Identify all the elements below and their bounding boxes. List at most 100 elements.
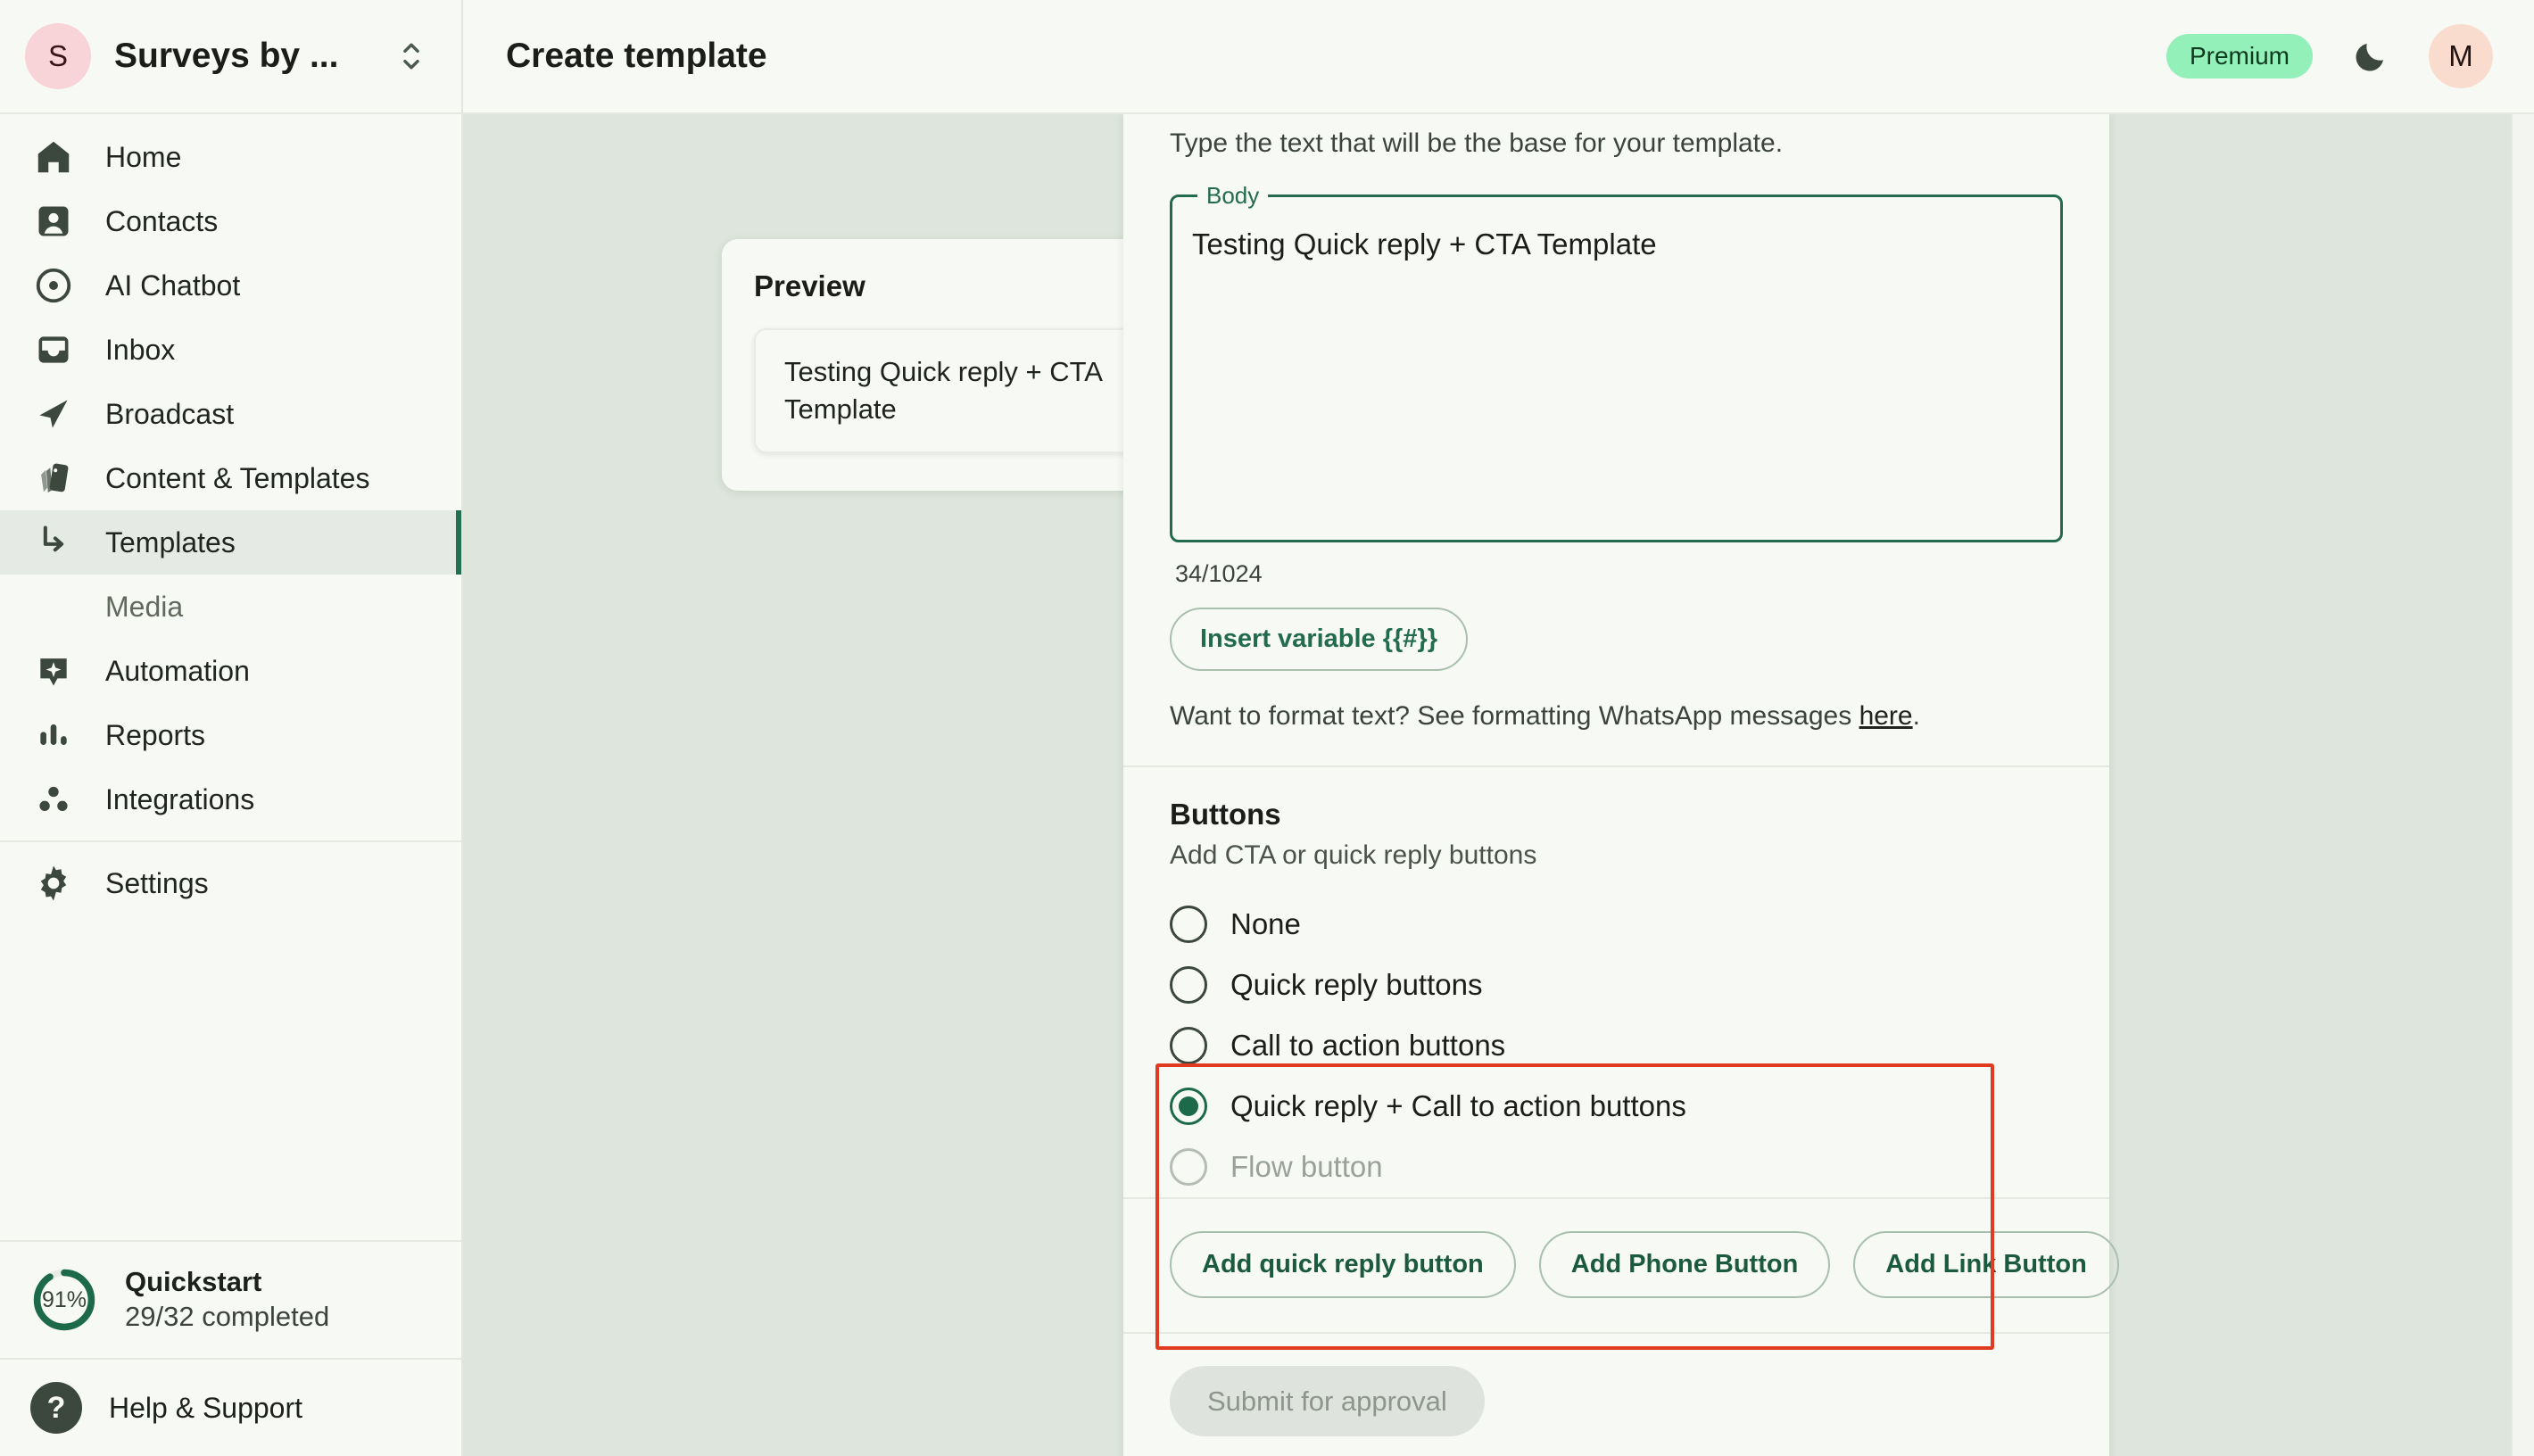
radio-option-call-to-action[interactable]: Call to action buttons xyxy=(1170,1015,2063,1076)
radio-option-flow-button: Flow button xyxy=(1170,1137,2063,1197)
vertical-scrollbar[interactable] xyxy=(2511,114,2534,1456)
button-type-radio-group: None Quick reply buttons Call to action … xyxy=(1170,871,2063,1197)
gear-icon xyxy=(30,860,77,906)
media-spacer xyxy=(30,583,77,630)
sidebar-item-label: Home xyxy=(105,141,181,174)
help-support-item[interactable]: ? Help & Support xyxy=(0,1358,461,1456)
format-help-suffix: . xyxy=(1913,701,1920,731)
sidebar-item-ai-chatbot[interactable]: AI Chatbot xyxy=(0,253,461,318)
sidebar-item-inbox[interactable]: Inbox xyxy=(0,318,461,382)
sidebar-item-automation[interactable]: Automation xyxy=(0,639,461,703)
quickstart-percent: 91% xyxy=(42,1287,87,1313)
sidebar-item-integrations[interactable]: Integrations xyxy=(0,767,461,831)
radio-circle-icon[interactable] xyxy=(1170,1027,1207,1064)
sidebar-item-reports[interactable]: Reports xyxy=(0,703,461,767)
radio-circle-icon[interactable] xyxy=(1170,966,1207,1004)
formatting-help-link[interactable]: here xyxy=(1859,701,1913,731)
reports-icon xyxy=(30,712,77,758)
chevron-up-down-icon[interactable] xyxy=(392,30,431,82)
template-form-card: Type the text that will be the base for … xyxy=(1123,114,2109,1456)
insert-variable-button[interactable]: Insert variable {{#}} xyxy=(1170,608,1468,671)
sidebar-item-contacts[interactable]: Contacts xyxy=(0,189,461,253)
help-support-label: Help & Support xyxy=(109,1392,302,1425)
content-templates-icon xyxy=(30,455,77,501)
quickstart-title: Quickstart xyxy=(125,1265,329,1300)
broadcast-icon xyxy=(30,391,77,437)
home-icon xyxy=(30,134,77,180)
sidebar-item-label: Inbox xyxy=(105,334,175,367)
sidebar-item-templates[interactable]: Templates xyxy=(0,510,461,575)
radio-option-quick-reply-plus-cta[interactable]: Quick reply + Call to action buttons xyxy=(1170,1076,2063,1137)
question-mark-icon: ? xyxy=(30,1382,82,1434)
ai-chatbot-icon xyxy=(30,262,77,309)
content-scroll-region: Preview Testing Quick reply + CTA Templa… xyxy=(463,114,2534,1456)
status-badge-premium[interactable]: Premium xyxy=(2166,34,2313,79)
sidebar-item-label: Reports xyxy=(105,719,205,752)
sidebar: S Surveys by ... Home Contacts xyxy=(0,0,463,1456)
workspace-name: Surveys by ... xyxy=(114,37,369,76)
sidebar-item-label: Contacts xyxy=(105,205,218,238)
body-field-legend: Body xyxy=(1197,182,1268,210)
sidebar-footer: 91% Quickstart 29/32 completed ? Help & … xyxy=(0,1240,461,1456)
add-buttons-row: Add quick reply button Add Phone Button … xyxy=(1170,1199,2063,1332)
quickstart-progress-ring: 91% xyxy=(30,1266,98,1334)
body-textarea-value[interactable]: Testing Quick reply + CTA Template xyxy=(1192,226,2041,264)
submit-for-approval-button[interactable]: Submit for approval xyxy=(1170,1366,1485,1436)
sidebar-item-home[interactable]: Home xyxy=(0,125,461,189)
topbar-actions: Premium M xyxy=(2166,24,2493,88)
sidebar-item-label: Broadcast xyxy=(105,398,234,431)
app-root: S Surveys by ... Home Contacts xyxy=(0,0,2534,1456)
sidebar-item-broadcast[interactable]: Broadcast xyxy=(0,382,461,446)
radio-option-none[interactable]: None xyxy=(1170,894,2063,955)
topbar: Create template Premium M xyxy=(463,0,2534,114)
moon-icon[interactable] xyxy=(2352,37,2389,75)
add-buttons-section: Add quick reply button Add Phone Button … xyxy=(1123,1199,2109,1332)
buttons-subtitle: Add CTA or quick reply buttons xyxy=(1170,840,2063,871)
radio-label: Flow button xyxy=(1230,1150,1383,1184)
main-area: Create template Premium M Preview Testin… xyxy=(463,0,2534,1456)
sidebar-item-label: Automation xyxy=(105,655,250,688)
automation-icon xyxy=(30,648,77,694)
sidebar-item-label: Templates xyxy=(105,526,236,559)
character-counter: 34/1024 xyxy=(1170,555,2063,608)
add-phone-button[interactable]: Add Phone Button xyxy=(1539,1231,1831,1298)
page-title: Create template xyxy=(506,37,2166,76)
radio-circle-icon-disabled xyxy=(1170,1148,1207,1186)
sidebar-item-content-templates[interactable]: Content & Templates xyxy=(0,446,461,510)
form-column: Type the text that will be the base for … xyxy=(1123,114,2534,1456)
radio-label: Call to action buttons xyxy=(1230,1029,1505,1063)
sidebar-item-label: AI Chatbot xyxy=(105,269,240,302)
quickstart-widget[interactable]: 91% Quickstart 29/32 completed xyxy=(0,1240,461,1358)
preview-column: Preview Testing Quick reply + CTA Templa… xyxy=(463,114,1123,1456)
buttons-section: Buttons Add CTA or quick reply buttons N… xyxy=(1123,767,2109,1197)
body-section: Type the text that will be the base for … xyxy=(1123,114,2109,765)
workspace-switcher[interactable]: S Surveys by ... xyxy=(0,0,461,114)
radio-option-quick-reply[interactable]: Quick reply buttons xyxy=(1170,955,2063,1015)
body-textarea-wrapper[interactable]: Body Testing Quick reply + CTA Template xyxy=(1170,182,2063,542)
quickstart-subtitle: 29/32 completed xyxy=(125,1300,329,1335)
format-help-note: Want to format text? See formatting What… xyxy=(1170,671,2063,765)
radio-circle-icon-selected[interactable] xyxy=(1170,1088,1207,1125)
arrow-branch-icon xyxy=(30,519,77,566)
add-quick-reply-button[interactable]: Add quick reply button xyxy=(1170,1231,1516,1298)
sidebar-item-media[interactable]: Media xyxy=(0,575,461,639)
radio-circle-icon[interactable] xyxy=(1170,906,1207,943)
avatar[interactable]: M xyxy=(2429,24,2493,88)
body-hint: Type the text that will be the base for … xyxy=(1170,114,2063,182)
workspace-avatar: S xyxy=(25,23,91,89)
radio-label: Quick reply + Call to action buttons xyxy=(1230,1089,1686,1123)
sidebar-item-label: Content & Templates xyxy=(105,462,369,495)
inbox-icon xyxy=(30,327,77,373)
contacts-icon xyxy=(30,198,77,244)
integrations-icon xyxy=(30,776,77,823)
add-link-button[interactable]: Add Link Button xyxy=(1853,1231,2119,1298)
sidebar-item-label: Media xyxy=(105,591,183,624)
sidebar-item-settings[interactable]: Settings xyxy=(0,851,461,915)
sidebar-item-label: Integrations xyxy=(105,783,254,816)
buttons-heading-group: Buttons Add CTA or quick reply buttons xyxy=(1170,767,2063,871)
buttons-title: Buttons xyxy=(1170,798,2063,831)
sidebar-divider xyxy=(0,840,461,842)
radio-label: Quick reply buttons xyxy=(1230,968,1482,1002)
sidebar-nav: Home Contacts AI Chatbot Inbox xyxy=(0,114,461,1240)
submit-section: Submit for approval xyxy=(1123,1334,2109,1456)
